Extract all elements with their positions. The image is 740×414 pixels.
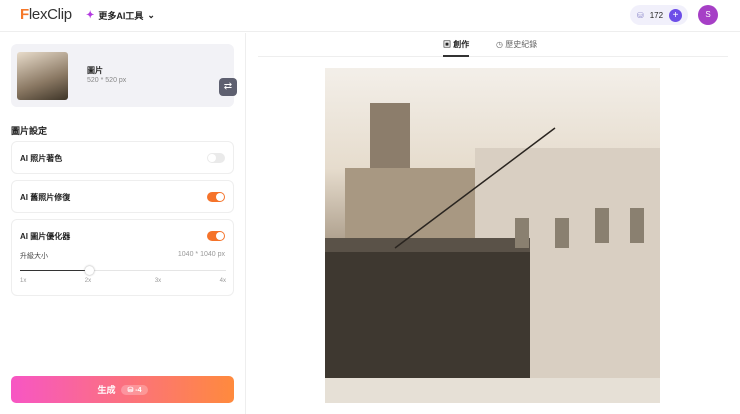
enhance-toggle[interactable]: [207, 231, 225, 241]
generate-label: 生成: [97, 385, 116, 395]
restore-option: AI 舊照片修復: [11, 180, 234, 213]
coin-icon: ⛁: [637, 10, 644, 20]
output-resolution: 1040 * 1040 px: [177, 251, 225, 258]
tab-create[interactable]: ▣ 創作: [443, 39, 470, 57]
tick-label: 2x: [84, 278, 92, 284]
upscale-slider[interactable]: [20, 266, 226, 275]
cost-badge: ⛁ -4: [121, 384, 148, 395]
option-label: AI 舊照片修復: [20, 193, 71, 202]
generate-button[interactable]: 生成 ⛁ -4: [11, 376, 234, 403]
chevron-down-icon: ⌄: [147, 10, 155, 20]
tick-label: 1x: [20, 278, 27, 284]
image-size: 520 * 520 px: [87, 77, 127, 84]
tab-history[interactable]: ◷ 歷史紀錄: [496, 39, 537, 50]
top-bar: FlexClip ✦ 更多AI工具 ⌄ ⛁ 172 + S: [0, 0, 740, 32]
colorize-option: AI 照片著色: [11, 141, 234, 174]
image-name: 圖片: [87, 66, 103, 75]
swap-icon: ⇄: [223, 81, 233, 92]
tram-street-photo: [325, 103, 660, 403]
option-label: AI 圖片優化器: [20, 232, 71, 241]
upscale-label: 升級大小: [20, 253, 48, 260]
result-image: [325, 68, 660, 403]
option-label: AI 照片著色: [20, 154, 63, 163]
section-title: 圖片設定: [11, 126, 48, 136]
sparkle-icon: ✦: [86, 10, 95, 21]
image-card: 圖片 520 * 520 px ⇄: [11, 44, 237, 107]
more-ai-tools-menu[interactable]: ✦ 更多AI工具 ⌄: [86, 9, 155, 22]
image-icon: ▣: [443, 40, 451, 49]
add-credits-button[interactable]: +: [669, 8, 683, 22]
avatar[interactable]: S: [698, 5, 718, 25]
clock-icon: ◷: [496, 40, 503, 49]
credits-badge[interactable]: ⛁ 172 +: [630, 5, 688, 25]
image-thumbnail: [17, 52, 68, 100]
settings-panel: 圖片 520 * 520 px ⇄ 圖片設定 AI 照片著色 AI 舊照片修復 …: [0, 33, 246, 414]
tick-label: 3x: [154, 278, 162, 284]
slider-handle[interactable]: [84, 266, 94, 275]
result-tabs: ▣ 創作 ◷ 歷史紀錄: [258, 33, 728, 57]
tick-label: 4x: [219, 278, 226, 284]
replace-image-button[interactable]: ⇄: [219, 78, 237, 96]
enhance-option: AI 圖片優化器 升級大小 1040 * 1040 px 1x 2x 3x 4x: [11, 219, 234, 296]
restore-toggle[interactable]: [207, 192, 225, 202]
cost-value: -4: [135, 386, 142, 394]
flexclip-logo[interactable]: FlexClip: [20, 6, 72, 23]
colorize-toggle[interactable]: [207, 153, 225, 163]
